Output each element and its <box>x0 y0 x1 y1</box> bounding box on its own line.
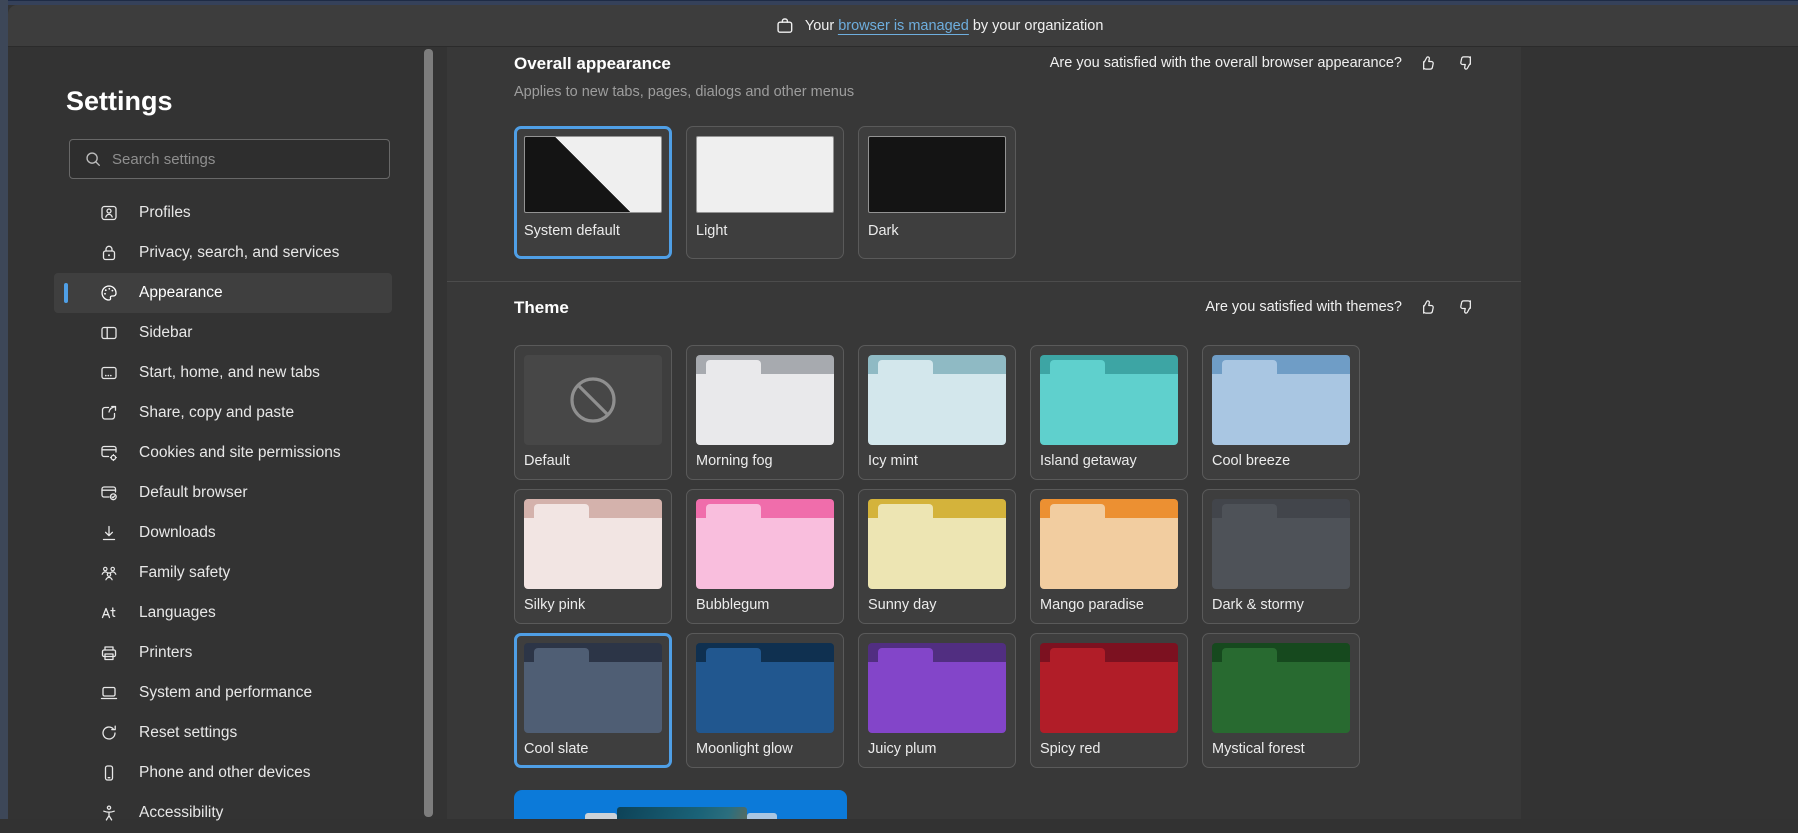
section-subtitle: Applies to new tabs, pages, dialogs and … <box>514 84 1478 100</box>
reset-icon <box>99 723 119 743</box>
sidebar-item-languages[interactable]: Languages <box>54 593 392 633</box>
sidebar-item-cookies-permissions[interactable]: Cookies and site permissions <box>54 433 392 473</box>
theme-card-mystical-forest[interactable]: Mystical forest <box>1202 633 1360 768</box>
sidebar-item-start-home-tabs[interactable]: Start, home, and new tabs <box>54 353 392 393</box>
theme-card-spicy-red[interactable]: Spicy red <box>1030 633 1188 768</box>
system-default-preview <box>524 136 662 213</box>
sidebar-item-downloads[interactable]: Downloads <box>54 513 392 553</box>
theme-card-mango-paradise[interactable]: Mango paradise <box>1030 489 1188 624</box>
selected-indicator <box>64 283 68 303</box>
appearance-option-dark[interactable]: Dark <box>858 126 1016 259</box>
overall-appearance-section: Overall appearance Are you satisfied wit… <box>447 47 1521 259</box>
sidebar-item-accessibility[interactable]: Accessibility <box>54 793 392 833</box>
new-tab-icon <box>99 363 119 383</box>
theme-card-bubblegum[interactable]: Bubblegum <box>686 489 844 624</box>
page-title: Settings <box>66 86 424 117</box>
settings-page: Settings Profiles Privacy, search, and s… <box>8 47 1798 819</box>
sidebar: Settings Profiles Privacy, search, and s… <box>8 47 424 819</box>
languages-icon <box>99 603 119 623</box>
section-title: Theme <box>514 297 569 319</box>
wallpaper-thumbnail <box>585 813 617 819</box>
sidebar-item-appearance[interactable]: Appearance <box>54 273 392 313</box>
wallpaper-thumbnail <box>747 813 777 819</box>
sidebar-item-sidebar[interactable]: Sidebar <box>54 313 392 353</box>
managed-banner: Your browser is managed by your organiza… <box>8 5 1798 47</box>
appearance-option-system-default[interactable]: System default <box>514 126 672 259</box>
sidebar-item-family-safety[interactable]: Family safety <box>54 553 392 593</box>
theme-card-default[interactable]: Default <box>514 345 672 480</box>
theme-card-cool-slate[interactable]: Cool slate <box>514 633 672 768</box>
dark-preview <box>868 136 1006 213</box>
download-icon <box>99 523 119 543</box>
search-icon <box>84 150 102 168</box>
theme-grid: Default Morning fog Icy mint Island geta… <box>514 345 1374 768</box>
managed-banner-text: Your browser is managed by your organiza… <box>805 18 1104 34</box>
theme-card-moonlight-glow[interactable]: Moonlight glow <box>686 633 844 768</box>
sidebar-item-default-browser[interactable]: Default browser <box>54 473 392 513</box>
sidebar-item-profiles[interactable]: Profiles <box>54 193 392 233</box>
palette-icon <box>99 283 119 303</box>
laptop-icon <box>99 683 119 703</box>
search-input[interactable] <box>112 151 362 168</box>
thumbs-up-button[interactable] <box>1416 51 1440 75</box>
accessibility-icon <box>99 803 119 823</box>
theme-feedback: Are you satisfied with themes? <box>1205 295 1478 319</box>
lock-icon <box>99 243 119 263</box>
sidebar-layout-icon <box>99 323 119 343</box>
theme-card-silky-pink[interactable]: Silky pink <box>514 489 672 624</box>
default-browser-icon <box>99 483 119 503</box>
theme-card-juicy-plum[interactable]: Juicy plum <box>858 633 1016 768</box>
theme-card-island-getaway[interactable]: Island getaway <box>1030 345 1188 480</box>
thumbs-down-button[interactable] <box>1454 295 1478 319</box>
sidebar-item-privacy[interactable]: Privacy, search, and services <box>54 233 392 273</box>
section-title: Overall appearance <box>514 53 671 75</box>
sidebar-nav: Profiles Privacy, search, and services A… <box>8 193 424 833</box>
browser-managed-link[interactable]: browser is managed <box>838 18 969 35</box>
phone-icon <box>99 763 119 783</box>
theme-card-dark-stormy[interactable]: Dark & stormy <box>1202 489 1360 624</box>
printer-icon <box>99 643 119 663</box>
theme-card-cool-breeze[interactable]: Cool breeze <box>1202 345 1360 480</box>
no-theme-icon <box>524 355 662 445</box>
wallpaper-thumbnail <box>617 807 747 819</box>
settings-content: Overall appearance Are you satisfied wit… <box>447 47 1521 819</box>
thumbs-down-button[interactable] <box>1454 51 1478 75</box>
sidebar-item-phone-devices[interactable]: Phone and other devices <box>54 753 392 793</box>
search-box[interactable] <box>69 139 390 179</box>
window-frame-left <box>0 0 8 819</box>
sidebar-scrollbar[interactable] <box>424 49 433 817</box>
site-permissions-icon <box>99 443 119 463</box>
theme-card-morning-fog[interactable]: Morning fog <box>686 345 844 480</box>
profiles-icon <box>99 203 119 223</box>
theme-promo-card[interactable] <box>514 790 847 819</box>
theme-card-icy-mint[interactable]: Icy mint <box>858 345 1016 480</box>
theme-card-sunny-day[interactable]: Sunny day <box>858 489 1016 624</box>
family-icon <box>99 563 119 583</box>
sidebar-item-share-copy-paste[interactable]: Share, copy and paste <box>54 393 392 433</box>
share-icon <box>99 403 119 423</box>
sidebar-item-system-performance[interactable]: System and performance <box>54 673 392 713</box>
theme-section: Theme Are you satisfied with themes? Def… <box>447 282 1521 768</box>
light-preview <box>696 136 834 213</box>
appearance-option-light[interactable]: Light <box>686 126 844 259</box>
briefcase-icon <box>775 16 795 36</box>
appearance-feedback: Are you satisfied with the overall brows… <box>1050 51 1478 75</box>
appearance-options: System default Light Dark <box>514 126 1478 259</box>
sidebar-item-printers[interactable]: Printers <box>54 633 392 673</box>
sidebar-item-reset-settings[interactable]: Reset settings <box>54 713 392 753</box>
thumbs-up-button[interactable] <box>1416 295 1440 319</box>
